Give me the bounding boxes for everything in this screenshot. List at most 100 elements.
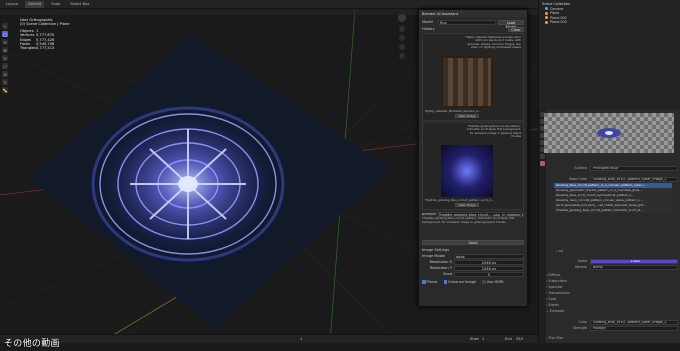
viewport-stats-overlay: User Orthographic (0) Scene Collection |… xyxy=(20,18,69,51)
section-specular[interactable]: › Specular xyxy=(546,285,563,290)
history-item: Highly detailed Medieval wooden door wit… xyxy=(422,33,524,121)
open-image-button[interactable]: Open Image xyxy=(455,114,479,118)
load-model-button[interactable]: Load Model xyxy=(498,19,524,29)
circuit-thumbnail[interactable] xyxy=(441,145,493,197)
strength-field[interactable]: Multiply xyxy=(590,326,678,331)
collection-label: (0) Scene Collection | Plane xyxy=(20,22,70,27)
history-prompt-text: Thaddie glowing blue circuit pattern, fu… xyxy=(467,124,521,138)
send-button[interactable]: Send xyxy=(422,239,524,245)
normal-label: Normal xyxy=(575,265,587,269)
layout-menu[interactable]: Layout xyxy=(3,1,21,8)
default-menu[interactable]: Default xyxy=(25,0,45,8)
image-settings-label[interactable]: Image Settings xyxy=(422,248,449,252)
seed-field[interactable]: 0 xyxy=(454,271,524,277)
section-emission[interactable]: ⌄ Emission xyxy=(546,309,564,314)
checkbox-icon xyxy=(482,280,486,284)
section-subsurface[interactable]: › Subsurface xyxy=(546,279,567,284)
texture-list-item[interactable]: Thaddie_glowing_blue_circuit_pattern_fut… xyxy=(554,208,672,213)
stat-triangles: Triangles5,777,513 xyxy=(20,46,55,51)
mesh-icon xyxy=(545,11,548,15)
texture-list-item[interactable]: Glowing_blue_circuit_pattern_in_a_circul… xyxy=(554,183,672,188)
open-image-button[interactable]: Open Image xyxy=(455,203,479,207)
annotate-tool-icon[interactable]: ✎ xyxy=(2,79,8,85)
history-caption: Thaddie_glowing_blue_circuit_pattern_sci… xyxy=(425,198,494,202)
resolution-y-label: Resolution Y xyxy=(429,266,452,270)
panel-title: Blender AI Assistant xyxy=(422,11,459,16)
select-tool-icon[interactable]: ▢ xyxy=(2,31,8,37)
base-color-label: Base Color xyxy=(569,177,587,181)
normal-field[interactable]: Bump xyxy=(590,265,678,270)
cursor-tool-icon[interactable]: ↖ xyxy=(2,23,8,29)
model-select[interactable]: flux xyxy=(438,19,496,25)
resolution-x-label: Resolution X xyxy=(429,260,452,264)
start-frame[interactable]: 1 xyxy=(482,337,484,341)
checkbox-icon xyxy=(443,280,448,284)
clear-history-button[interactable]: Clear xyxy=(508,26,524,32)
prompt-text: Thaddie glowing blue circuit pattern, fu… xyxy=(422,217,515,224)
history-item: Thaddie glowing blue circuit pattern, fu… xyxy=(422,122,524,210)
history-label: History xyxy=(422,27,435,31)
mesh-icon xyxy=(545,20,548,24)
image-model-select[interactable]: dalle xyxy=(454,253,524,259)
modifier-tab-icon[interactable] xyxy=(540,154,545,159)
outliner-item-plane-002[interactable]: Plane.002 xyxy=(539,20,680,25)
pan-hand-icon xyxy=(399,35,405,41)
current-frame[interactable]: 1 xyxy=(300,337,302,341)
history-prompt-text: Highly detailed Medieval wooden door wit… xyxy=(465,35,521,49)
section-thin-film[interactable]: › Thin Film xyxy=(546,336,563,341)
texture-list-item[interactable]: Glowing_blue_sci-fi_circuit_symmetrical_… xyxy=(554,193,672,198)
end-frame[interactable]: 250 xyxy=(516,337,523,341)
prompt-label: prompt: xyxy=(422,212,437,216)
video-subtitle-overlay[interactable]: その他の動画 xyxy=(4,336,60,349)
ai-assistant-panel: Blender AI Assistant Model flux Load Mod… xyxy=(418,9,528,307)
history-caption: Highly_detailed_Medieval_wooden_d... xyxy=(425,109,481,113)
strength-label: Strength xyxy=(572,326,587,330)
mesh-icon xyxy=(545,16,548,20)
axis-gizmo-icon xyxy=(398,14,406,22)
enhance-checkbox[interactable]: Enhance Image xyxy=(443,280,476,284)
checkbox-icon xyxy=(422,280,426,284)
alpha-slider[interactable]: 1.000 xyxy=(590,259,678,264)
wooden-door-thumbnail[interactable] xyxy=(441,56,493,108)
zoom-icon xyxy=(399,26,405,32)
material-preview xyxy=(544,113,674,153)
resolution-x-field[interactable]: 2048 px xyxy=(454,259,524,265)
select-box-menu[interactable]: Select Box xyxy=(67,1,92,8)
timeline[interactable]: 1 Start 1 End 250 xyxy=(0,334,538,343)
section-sheen[interactable]: › Sheen xyxy=(546,303,559,308)
prompt-field[interactable]: Thaddie glowing blue circuit... pax, in … xyxy=(436,211,524,217)
measure-tool-icon[interactable]: 📏 xyxy=(2,87,8,93)
texture-search-input[interactable]: ⌕ sci xyxy=(556,249,563,254)
texture-list-item[interactable]: Glowing_geometric_fractal_pattern_in_a_m… xyxy=(554,188,672,193)
transform-tool-icon[interactable]: ⊞ xyxy=(2,71,8,77)
surface-select[interactable]: Principled BSDF xyxy=(590,166,678,171)
section-coat[interactable]: › Coat xyxy=(546,297,556,302)
texture-list-item[interactable]: Glowing_neon_circuits_pattern_circular_w… xyxy=(554,198,672,203)
section-diffuse[interactable]: › Diffuse xyxy=(546,273,560,278)
cursor3d-tool-icon[interactable]: ✛ xyxy=(2,39,8,45)
use-hdri-checkbox[interactable]: Use HDRI xyxy=(482,280,504,284)
seed-label: Seed xyxy=(443,272,452,276)
outliner: Scene Collection Camera Plane Plane.001 … xyxy=(538,0,680,110)
emission-color-field[interactable]: Glowing_blue_circu...pattern_cyber_image… xyxy=(590,320,678,325)
scale-tool-icon[interactable]: ⤢ xyxy=(2,63,8,69)
move-tool-icon[interactable]: ✥ xyxy=(2,47,8,53)
texture-list-item[interactable]: Sci-fi_spaceship_hull_tech_...ad_metal_e… xyxy=(554,203,672,208)
section-transmission[interactable]: › Transmission xyxy=(546,291,570,296)
grid-icon xyxy=(399,53,405,59)
camera-icon xyxy=(545,7,548,11)
camera-view-icon xyxy=(399,44,405,50)
resolution-y-field[interactable]: 2048 px xyxy=(454,265,524,271)
snap-menu[interactable]: Snap xyxy=(48,1,63,8)
end-label: End xyxy=(505,337,512,341)
tool-shelf: ↖ ▢ ✛ ✥ ↻ ⤢ ⊞ ✎ 📏 xyxy=(2,23,8,93)
navigation-gizmo[interactable] xyxy=(395,12,409,62)
image-model-label: Image Model xyxy=(422,254,446,258)
model-label: Model xyxy=(422,20,433,24)
rotate-tool-icon[interactable]: ↻ xyxy=(2,55,8,61)
start-label: Start xyxy=(470,337,479,341)
base-color-field[interactable]: Glowing_blue_circu...pattern_cyber_image… xyxy=(590,177,678,182)
planar-checkbox[interactable]: Planar xyxy=(422,280,438,284)
surface-label: Surface xyxy=(574,166,587,170)
alpha-label: Alpha xyxy=(577,259,587,263)
